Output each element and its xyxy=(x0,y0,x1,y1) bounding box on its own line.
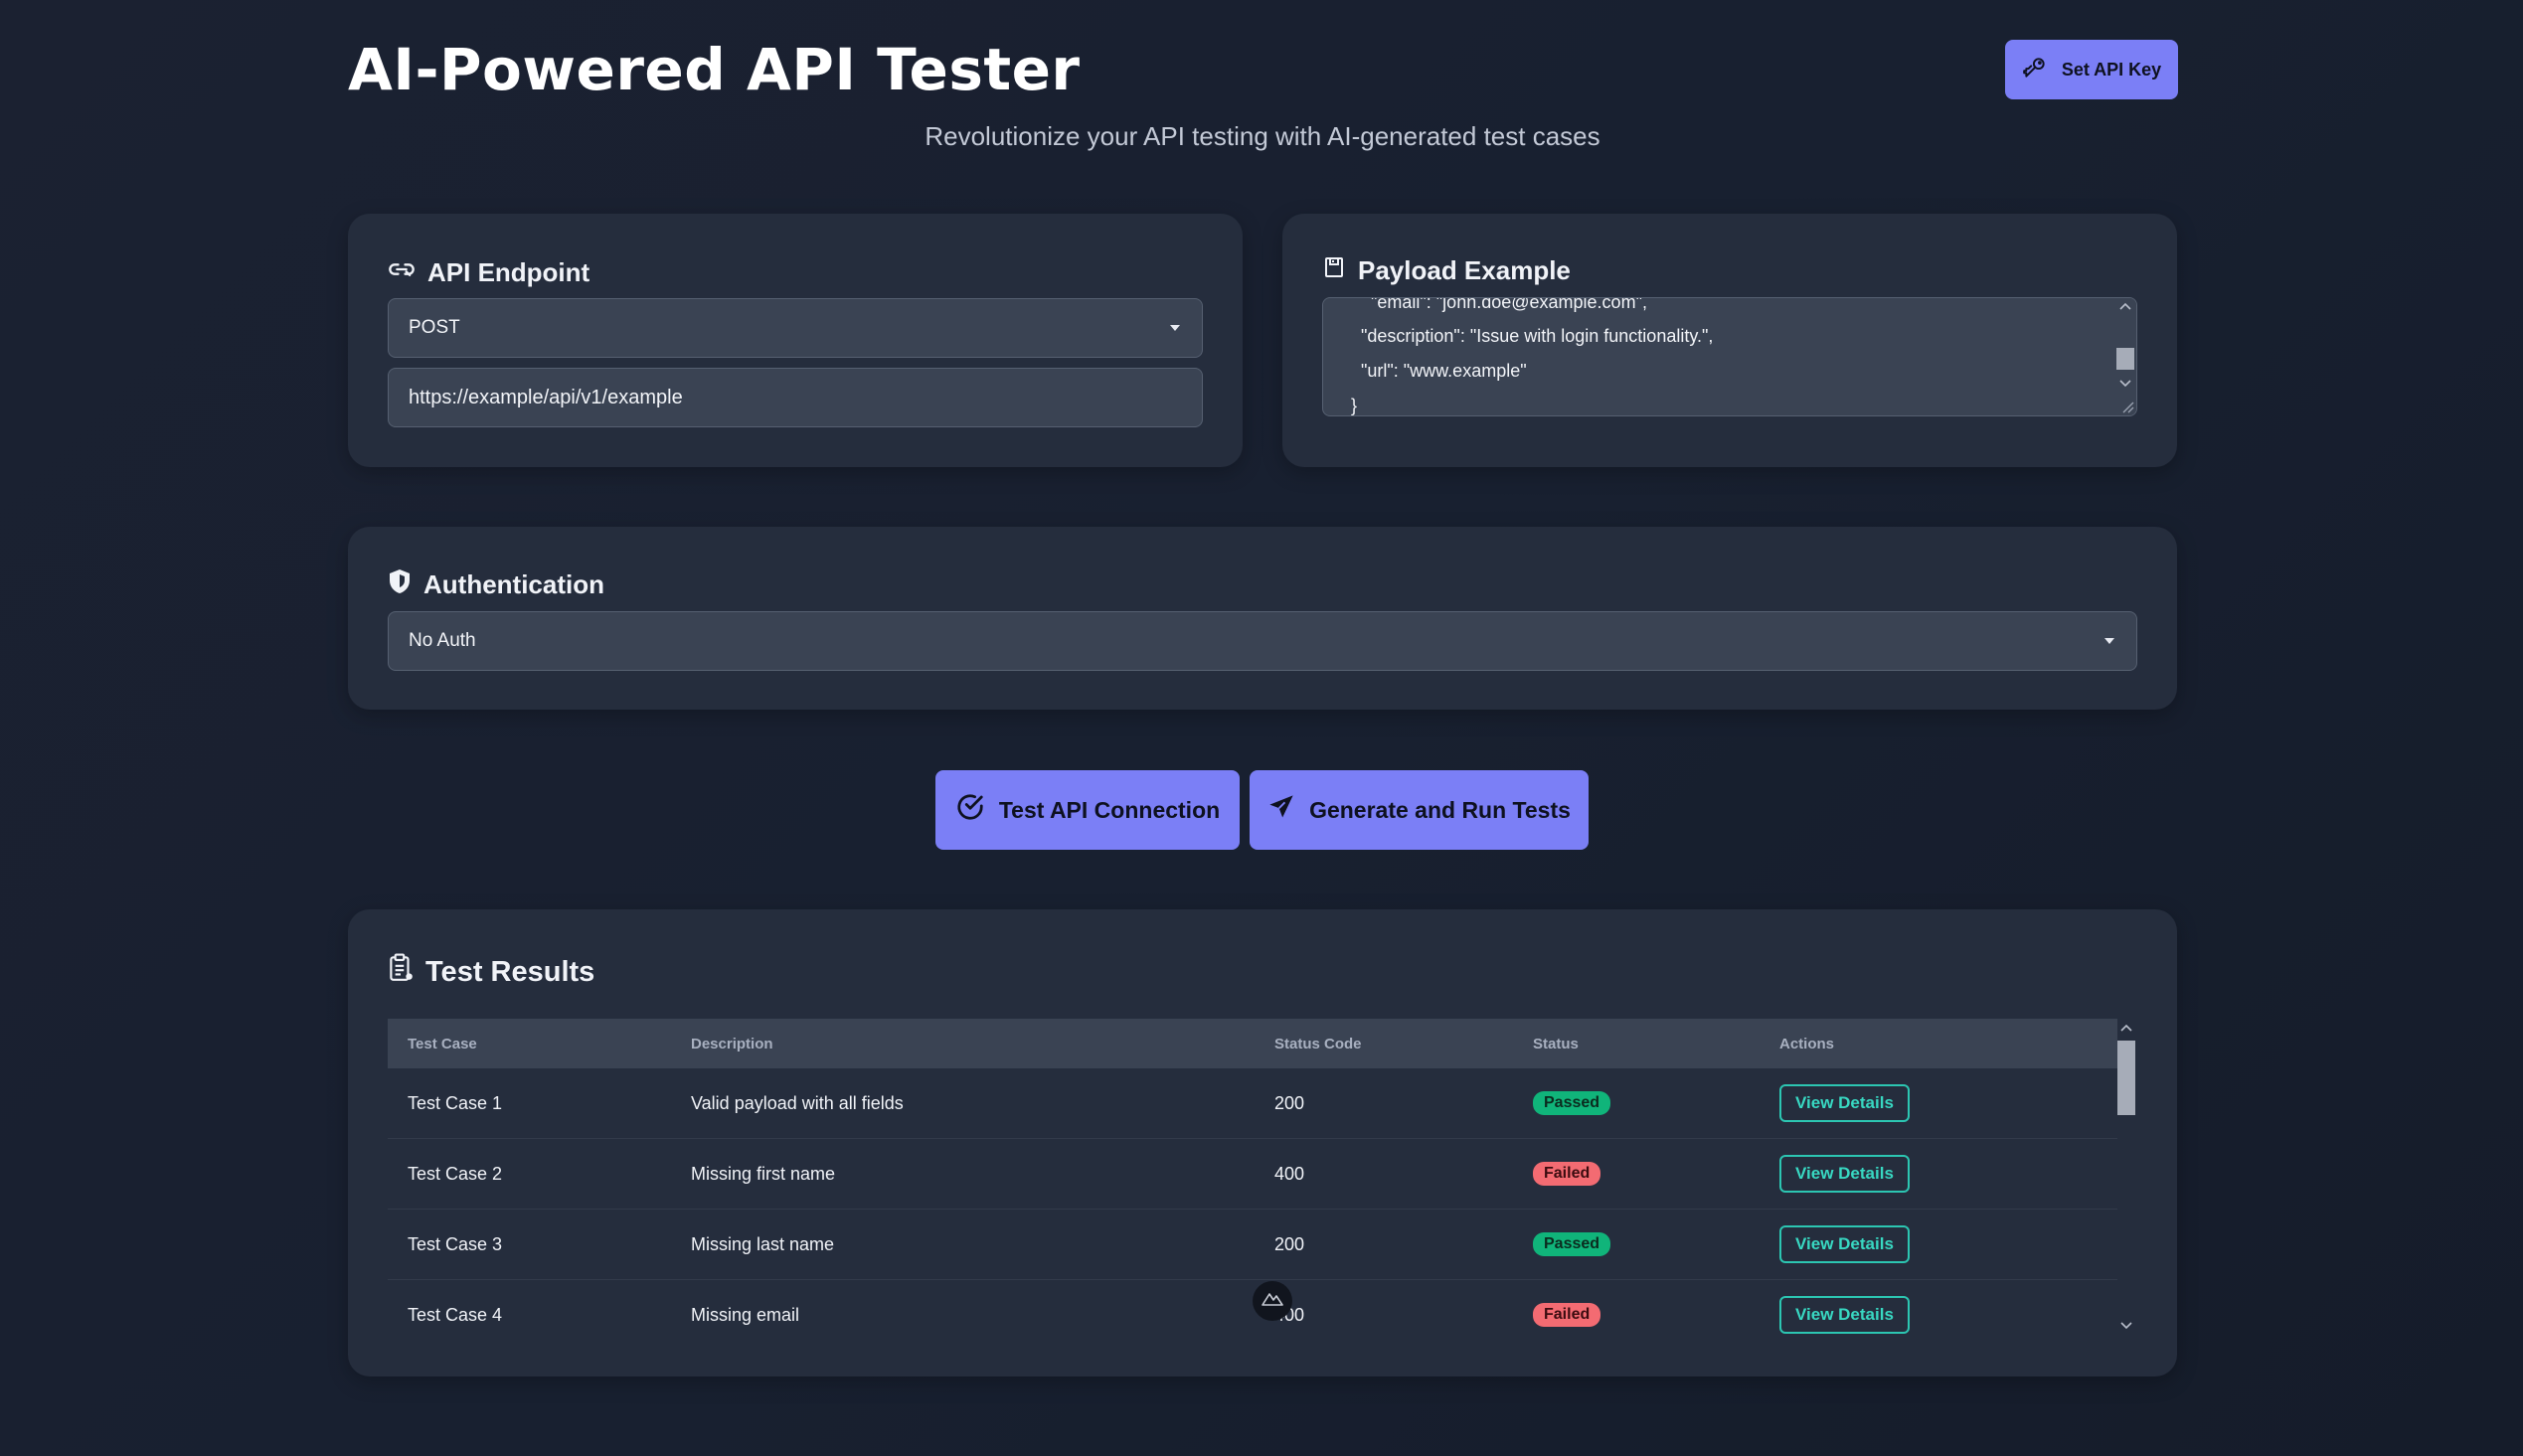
check-circle-icon xyxy=(955,792,985,828)
url-value: https://example/api/v1/example xyxy=(409,386,683,408)
shield-icon xyxy=(388,568,412,601)
table-header-row: Test Case Description Status Code Status… xyxy=(388,1019,2117,1068)
method-value: POST xyxy=(409,317,460,338)
url-input[interactable]: https://example/api/v1/example xyxy=(388,368,1203,427)
scroll-thumb[interactable] xyxy=(2116,348,2134,370)
clipboard-icon xyxy=(388,953,414,991)
payload-textarea[interactable]: "email": "john.doe@example.com", "descri… xyxy=(1322,297,2137,416)
table-row: Test Case 1 Valid payload with all field… xyxy=(388,1068,2117,1139)
test-case-name: Test Case 2 xyxy=(388,1138,671,1210)
status-code: 200 xyxy=(1255,1068,1513,1139)
column-header: Actions xyxy=(1760,1019,2117,1068)
scroll-down-icon[interactable] xyxy=(2119,380,2131,388)
chevron-down-icon xyxy=(2104,638,2114,644)
send-icon xyxy=(1267,793,1295,827)
chevron-down-icon xyxy=(1170,325,1180,331)
devtools-floating-button[interactable] xyxy=(1253,1281,1292,1321)
endpoint-card: API Endpoint POST https://example/api/v1… xyxy=(348,214,1243,467)
endpoint-heading: API Endpoint xyxy=(388,255,589,290)
endpoint-heading-label: API Endpoint xyxy=(427,257,590,287)
column-header: Status Code xyxy=(1255,1019,1513,1068)
payload-heading-label: Payload Example xyxy=(1358,255,1571,285)
test-connection-button[interactable]: Test API Connection xyxy=(935,770,1240,850)
table-row: Test Case 4 Missing email 400 Failed Vie… xyxy=(388,1279,2117,1347)
payload-line: } xyxy=(1351,396,1358,415)
method-select[interactable]: POST xyxy=(388,298,1203,358)
column-header: Description xyxy=(671,1019,1255,1068)
set-api-key-button[interactable]: Set API Key xyxy=(2005,40,2178,99)
payload-line: "email": "john.doe@example.com", xyxy=(1361,297,1647,312)
test-case-name: Test Case 3 xyxy=(388,1209,671,1280)
scroll-up-icon[interactable] xyxy=(2120,1024,2132,1032)
resize-handle-icon[interactable] xyxy=(2120,400,2134,413)
auth-heading-label: Authentication xyxy=(423,569,604,599)
generate-run-button[interactable]: Generate and Run Tests xyxy=(1250,770,1589,850)
status-badge: Passed xyxy=(1533,1232,1611,1256)
status-badge: Failed xyxy=(1533,1162,1601,1186)
table-row: Test Case 2 Missing first name 400 Faile… xyxy=(388,1138,2117,1210)
auth-heading: Authentication xyxy=(388,568,604,601)
auth-value: No Auth xyxy=(409,630,476,651)
test-case-name: Test Case 4 xyxy=(388,1279,671,1347)
view-details-button[interactable]: View Details xyxy=(1779,1225,1910,1263)
results-heading: Test Results xyxy=(388,953,594,991)
status-badge: Passed xyxy=(1533,1091,1611,1115)
results-scrollbar[interactable] xyxy=(2115,1019,2137,1347)
generate-run-label: Generate and Run Tests xyxy=(1309,796,1571,823)
column-header: Test Case xyxy=(388,1019,671,1068)
test-case-description: Valid payload with all fields xyxy=(671,1068,1255,1139)
page-subtitle: Revolutionize your API testing with AI-g… xyxy=(925,121,1600,151)
status-code: 200 xyxy=(1255,1209,1513,1280)
table-row: Test Case 3 Missing last name 200 Passed… xyxy=(388,1209,2117,1280)
link-icon xyxy=(388,255,416,290)
payload-card: Payload Example "email": "john.doe@examp… xyxy=(1282,214,2177,467)
status-code: 400 xyxy=(1255,1279,1513,1347)
test-case-description: Missing last name xyxy=(671,1209,1255,1280)
auth-card: Authentication No Auth xyxy=(348,527,2177,710)
results-heading-label: Test Results xyxy=(425,955,595,988)
test-case-description: Missing first name xyxy=(671,1138,1255,1210)
test-case-name: Test Case 1 xyxy=(388,1068,671,1139)
view-details-button[interactable]: View Details xyxy=(1779,1296,1910,1334)
test-connection-label: Test API Connection xyxy=(998,796,1221,823)
set-api-key-label: Set API Key xyxy=(2061,59,2162,80)
page-title: AI-Powered API Tester xyxy=(348,36,1081,103)
scroll-up-icon[interactable] xyxy=(2119,302,2131,310)
payload-line: "description": "Issue with login functio… xyxy=(1361,326,1714,346)
view-details-button[interactable]: View Details xyxy=(1779,1155,1910,1193)
payload-line: "url": "www.example" xyxy=(1361,361,1527,381)
test-case-description: Missing email xyxy=(671,1279,1255,1347)
status-code: 400 xyxy=(1255,1138,1513,1210)
status-badge: Failed xyxy=(1533,1303,1601,1327)
save-icon xyxy=(1322,255,1346,286)
view-details-button[interactable]: View Details xyxy=(1779,1084,1910,1122)
scroll-down-icon[interactable] xyxy=(2120,1322,2132,1330)
column-header: Status xyxy=(1513,1019,1760,1068)
auth-select[interactable]: No Auth xyxy=(388,611,2137,671)
payload-heading: Payload Example xyxy=(1322,255,1571,286)
mountain-logo-icon xyxy=(1262,1291,1283,1312)
scroll-thumb[interactable] xyxy=(2117,1041,2135,1115)
payload-scrollbar[interactable] xyxy=(2114,298,2136,415)
key-icon xyxy=(2022,55,2048,85)
